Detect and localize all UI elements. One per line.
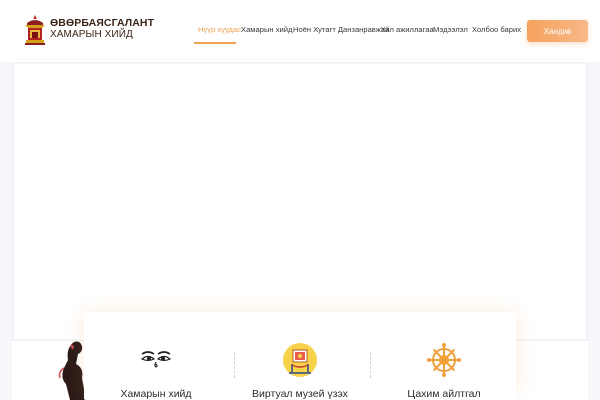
- dharma-wheel-icon: [427, 343, 461, 377]
- feature-card: Хамарын хийд Виртуал музей үзэх Цахим ай…: [84, 312, 516, 400]
- feature-label: Цахим айлтгал: [407, 388, 481, 400]
- feature-monastery[interactable]: Хамарын хийд: [84, 312, 228, 400]
- donate-button[interactable]: Хандив: [527, 20, 588, 42]
- nav-item-home[interactable]: Нүүр хуудас: [198, 25, 241, 34]
- buddha-eyes-icon: [140, 351, 172, 368]
- decorative-figure-image: [58, 341, 86, 400]
- nav-item-contact[interactable]: Холбоо барих: [472, 25, 521, 34]
- active-nav-indicator: [194, 42, 236, 44]
- feature-label: Хамарын хийд: [120, 388, 192, 400]
- hero-banner: [12, 62, 588, 341]
- monastery-logo-icon[interactable]: [25, 15, 45, 45]
- nav-item-activities[interactable]: Үйл ажиллагаа: [381, 25, 434, 34]
- nav-item-news[interactable]: Мэдээлэл: [433, 25, 468, 34]
- museum-exhibit-icon: [283, 343, 317, 377]
- feature-online-lecture[interactable]: Цахим айлтгал: [372, 312, 516, 400]
- feature-label: Виртуал музей үзэх: [252, 388, 348, 400]
- nav-item-danzanravjaa[interactable]: Ноён Хутагт Данзанравжаа: [293, 25, 389, 34]
- brand-line-1: ӨВӨРБАЯСГАЛАНТ: [50, 17, 155, 29]
- page-background-left: [0, 62, 12, 400]
- brand-line-2: ХАМАРЫН ХИЙД: [50, 29, 133, 40]
- page-background-right: [588, 62, 600, 400]
- nav-item-monastery[interactable]: Хамарын хийд: [241, 25, 292, 34]
- feature-virtual-museum[interactable]: Виртуал музей үзэх: [228, 312, 372, 400]
- feature-divider: [370, 352, 371, 378]
- brand-name[interactable]: ӨВӨРБАЯСГАЛАНТ ХАМАРЫН ХИЙД: [50, 17, 155, 41]
- site-header: ӨВӨРБАЯСГАЛАНТ ХАМАРЫН ХИЙД Нүүр хуудас …: [0, 0, 600, 62]
